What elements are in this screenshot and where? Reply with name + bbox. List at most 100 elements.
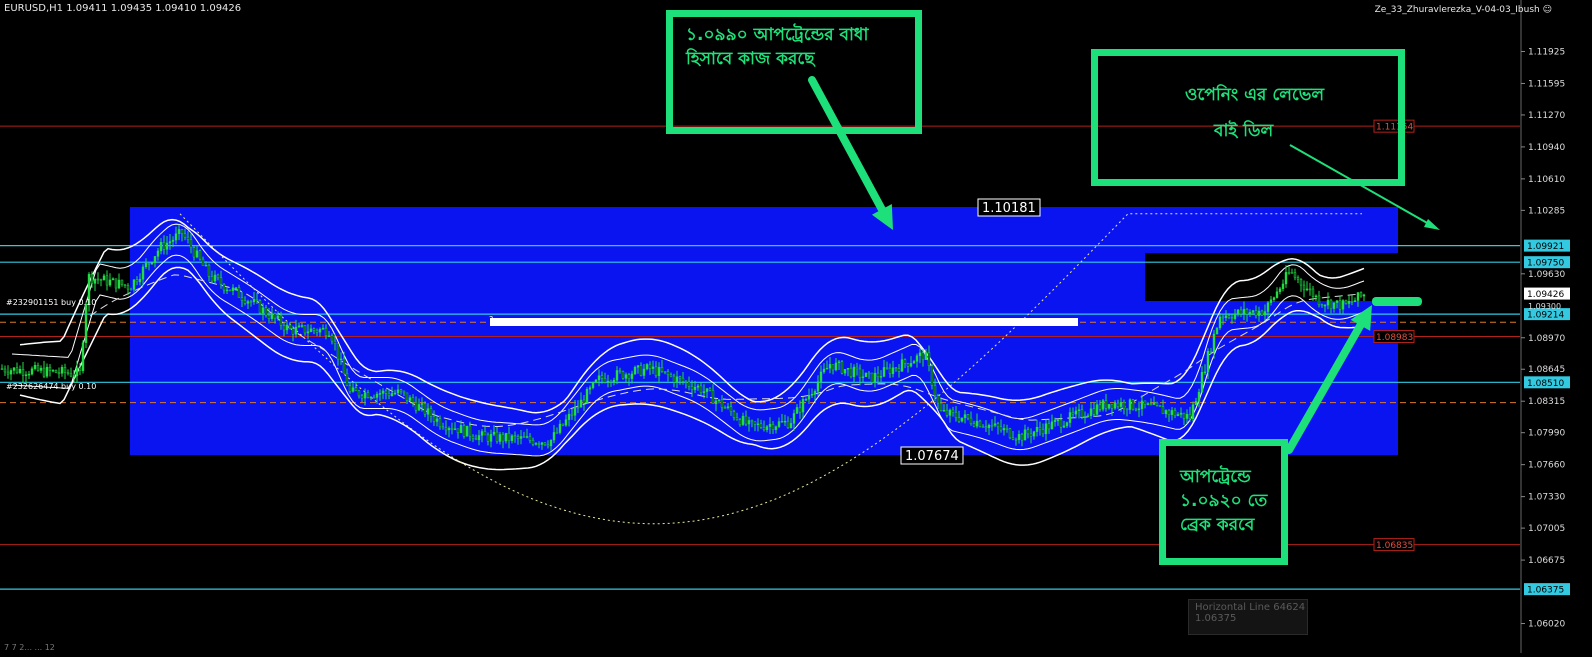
candle-body (810, 394, 814, 396)
candle-body (408, 397, 412, 401)
smiley-icon[interactable]: ☺ (1543, 5, 1552, 15)
candle-body (885, 367, 889, 369)
candle-body (1125, 408, 1129, 411)
candle-body (1059, 419, 1063, 428)
candle-body (1218, 316, 1222, 329)
candle-body (1008, 428, 1012, 439)
candle-body (90, 273, 94, 284)
candle-body (738, 419, 742, 425)
candle-body (381, 390, 385, 394)
price-tick-label: 1.07660 (1528, 461, 1565, 471)
candle-body (1233, 313, 1237, 319)
candle-body (1341, 300, 1345, 310)
candle-body (168, 241, 172, 244)
candle-body (1188, 414, 1192, 420)
red-level-tag-2[interactable]: 1.06835 (1376, 541, 1413, 551)
candle-body (162, 242, 166, 250)
order-label-2[interactable]: #232626474 buy 0.10 (6, 382, 96, 391)
candle-body (99, 279, 103, 281)
candle-body (327, 335, 331, 337)
candle-body (1347, 301, 1351, 304)
price-axis[interactable] (1521, 0, 1592, 653)
cyan-level-tag-0[interactable]: 1.09921 (1527, 242, 1564, 252)
candle-body (627, 374, 631, 379)
candle-body (195, 250, 199, 258)
candle-body (246, 301, 250, 304)
candle-body (288, 324, 292, 329)
candle-body (495, 431, 499, 442)
candle-body (240, 297, 244, 301)
zone-bottom-label[interactable]: 1.07674 (905, 449, 959, 464)
candle-body (534, 443, 538, 445)
candle-body (648, 364, 652, 369)
candle-body (699, 385, 703, 393)
annotation-box-opening[interactable] (1091, 49, 1405, 186)
zone-top-label[interactable]: 1.10181 (982, 201, 1036, 216)
price-tick-label: 1.07330 (1528, 493, 1565, 503)
price-tick-label: 1.08315 (1528, 397, 1565, 407)
candle-body (705, 388, 709, 392)
candle-body (675, 376, 679, 383)
cyan-level-tag-4[interactable]: 1.06375 (1527, 586, 1564, 596)
candle-body (1152, 402, 1156, 405)
candle-body (879, 376, 883, 378)
candle-body (333, 340, 337, 344)
cyan-level-tag-1[interactable]: 1.09750 (1527, 259, 1564, 269)
candle-body (330, 335, 334, 342)
cyan-level-tag-3[interactable]: 1.08510 (1527, 379, 1564, 389)
candle-body (1101, 400, 1105, 410)
candle-body (588, 387, 592, 390)
white-marker-bar[interactable] (490, 318, 1078, 326)
candle-body (378, 393, 382, 395)
candle-body (822, 368, 826, 373)
candle-body (1200, 372, 1204, 393)
candle-body (606, 380, 610, 383)
candle-body (774, 426, 778, 431)
candle-body (1023, 429, 1027, 441)
candle-body (777, 421, 781, 427)
candle-body (501, 434, 505, 442)
candle-body (522, 436, 526, 438)
expert-header[interactable]: Ze_33_Zhuravlerezka_V-04-03_Ibush ☺ (1375, 5, 1552, 15)
annotation-break-line2: ১.০৯২০ তে (1180, 491, 1268, 511)
candle-body (243, 300, 247, 304)
candle-body (1026, 429, 1030, 435)
cyan-level-tag-2[interactable]: 1.09214 (1527, 311, 1564, 321)
price-tick-label: 1.08645 (1528, 365, 1565, 375)
candle-body (780, 421, 784, 423)
candle-body (393, 392, 397, 395)
candle-body (1197, 391, 1201, 402)
candle-body (417, 404, 421, 411)
candle-body (804, 399, 808, 401)
candle-body (1344, 300, 1348, 304)
candle-body (1089, 408, 1093, 416)
candle-body (786, 420, 790, 428)
annotation-break-line3: ব্রেক করবে (1180, 515, 1255, 535)
candle-body (666, 371, 670, 375)
candle-body (39, 367, 43, 371)
candle-body (864, 372, 868, 377)
candle-body (189, 239, 193, 248)
candle-body (222, 284, 226, 291)
candle-body (81, 342, 85, 371)
candle-body (498, 434, 502, 442)
candle-body (1230, 317, 1234, 319)
candle-body (744, 415, 748, 425)
candle-body (237, 287, 241, 298)
order-label-1[interactable]: #232901151 buy 0.10 (6, 298, 96, 307)
candle-body (828, 364, 832, 369)
candle-body (555, 432, 559, 434)
red-level-tag-1[interactable]: 1.08983 (1376, 333, 1413, 343)
candle-body (714, 400, 718, 405)
candle-body (411, 397, 415, 403)
current-price-tag[interactable]: 1.09426 (1527, 290, 1564, 300)
price-tick-label: 1.11270 (1528, 111, 1565, 121)
candle-body (1350, 301, 1354, 303)
candle-body (1041, 429, 1045, 435)
break-marker[interactable] (1372, 297, 1422, 306)
candle-body (1137, 408, 1141, 411)
candle-body (615, 370, 619, 381)
candle-body (768, 424, 772, 427)
candle-body (1206, 350, 1210, 373)
candle-body (117, 279, 121, 289)
